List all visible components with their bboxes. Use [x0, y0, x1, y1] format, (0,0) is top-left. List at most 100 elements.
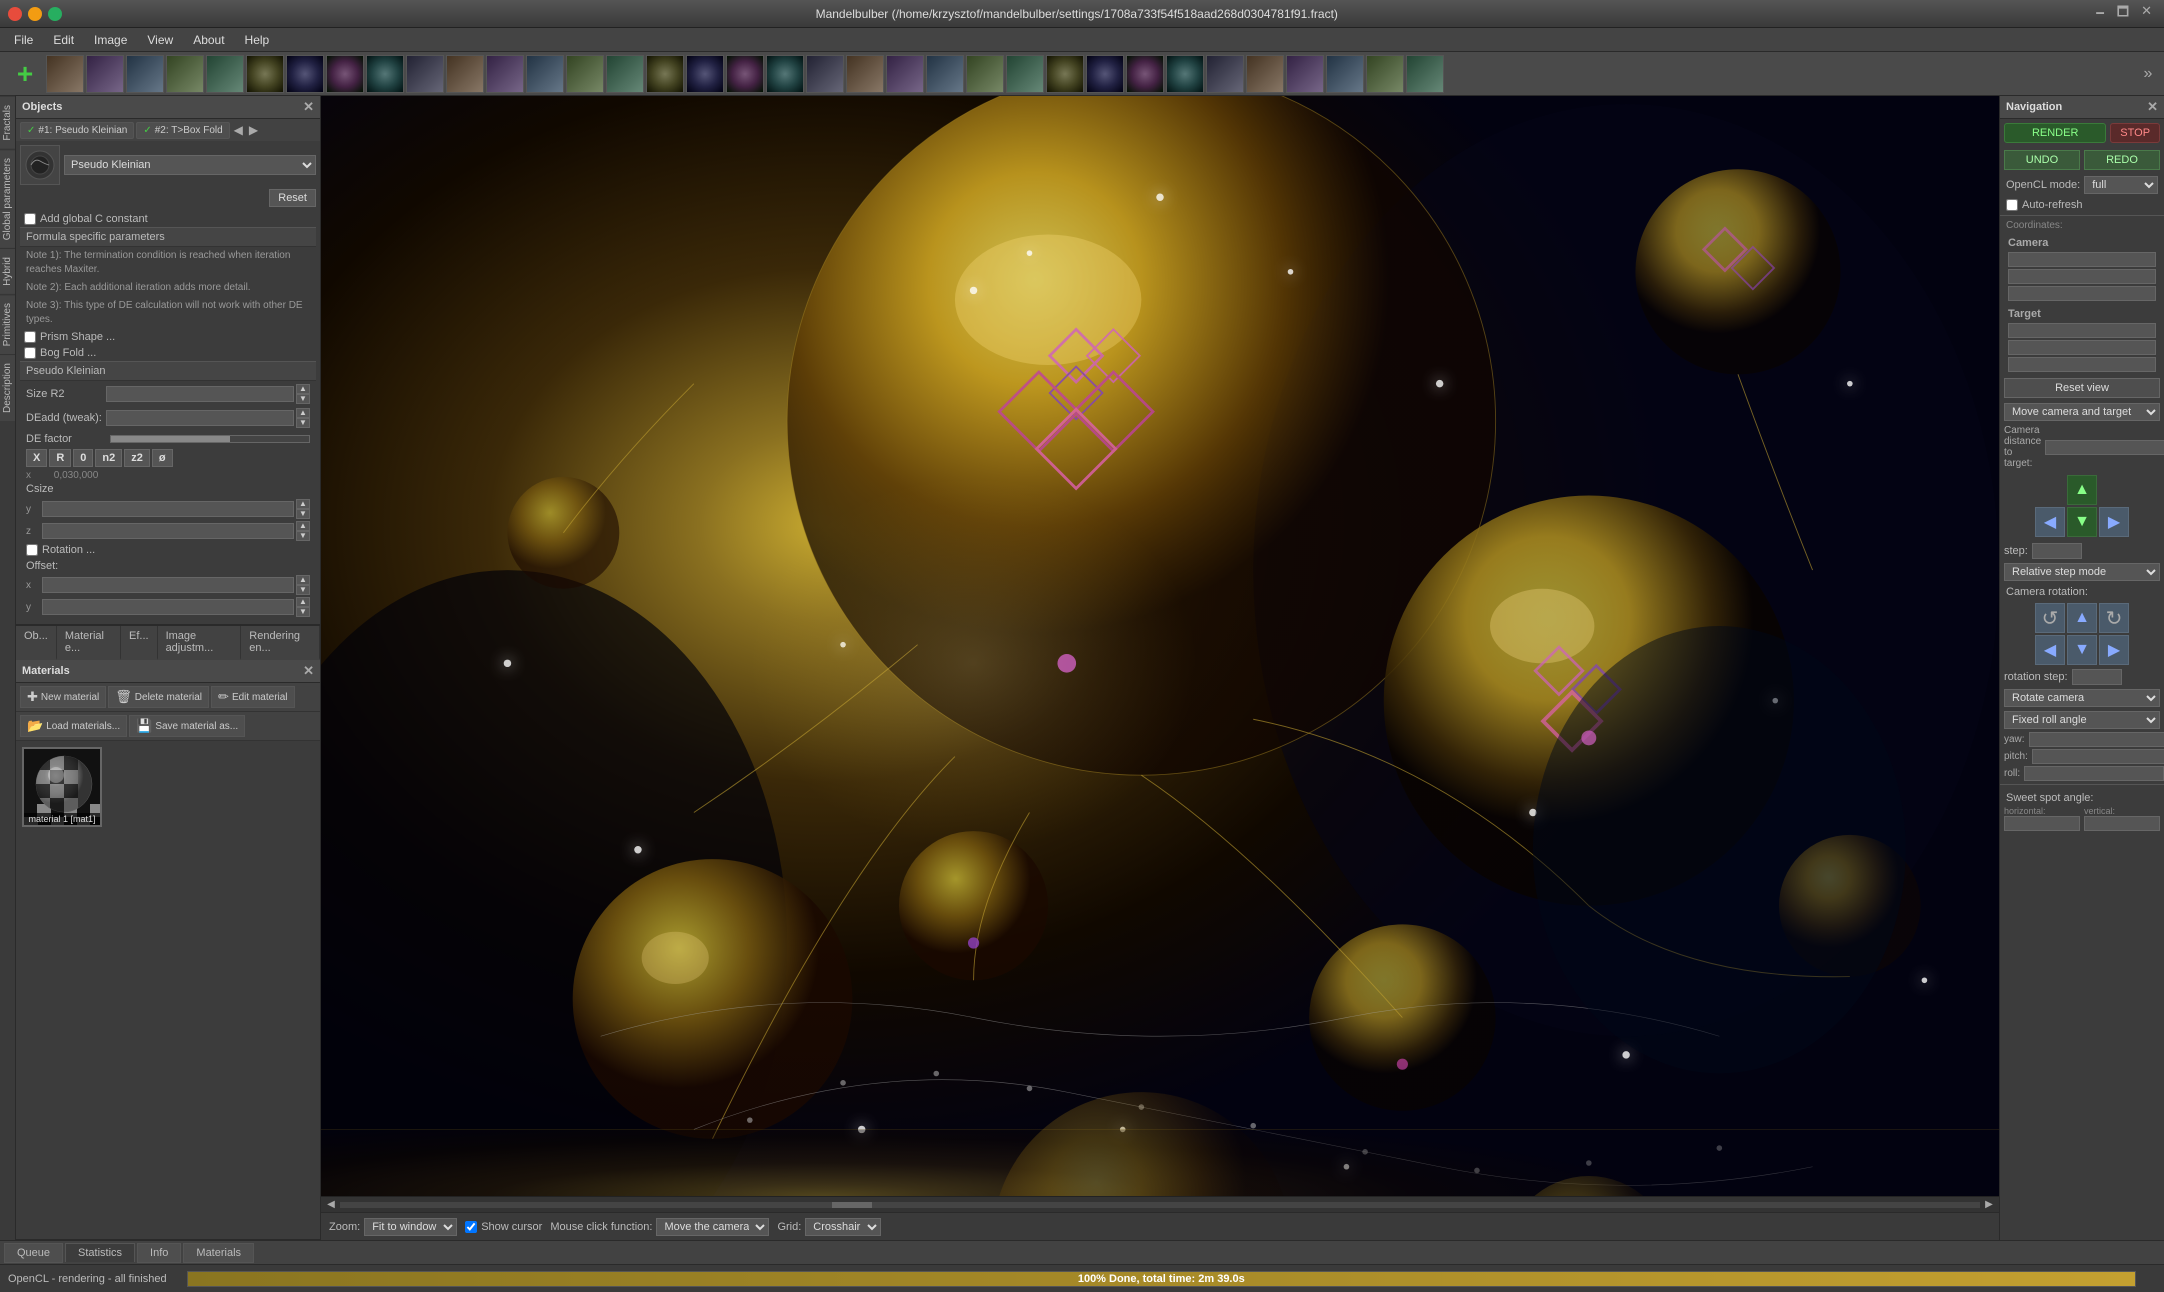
vtab-primitives[interactable]: Primitives: [0, 294, 15, 354]
reset-view-button[interactable]: Reset view: [2004, 378, 2160, 398]
deadd-input[interactable]: 0,000000: [106, 410, 294, 426]
btab-statistics[interactable]: Statistics: [65, 1243, 135, 1262]
rot-left-button[interactable]: ◀: [2035, 635, 2065, 665]
thumb-30[interactable]: [1206, 55, 1244, 93]
thumb-28[interactable]: [1126, 55, 1164, 93]
thumb-1[interactable]: [46, 55, 84, 93]
menu-view[interactable]: View: [137, 31, 183, 49]
vtab-description[interactable]: Description: [0, 354, 15, 421]
tgt-x-input[interactable]: 5,55528569825431: [2008, 323, 2156, 338]
bog-fold-checkbox[interactable]: [24, 347, 36, 359]
formula-btn-0[interactable]: 0: [73, 449, 93, 467]
thumb-19[interactable]: [766, 55, 804, 93]
cam-dist-input[interactable]: 0,002074549743998 6: [2045, 440, 2164, 455]
btab-materials[interactable]: Materials: [183, 1243, 254, 1263]
window-size-down-icon[interactable]: 🗕: [2092, 3, 2109, 25]
formula-btn-x[interactable]: X: [26, 449, 47, 467]
thumb-18[interactable]: [726, 55, 764, 93]
menu-file[interactable]: File: [4, 31, 43, 49]
csize-y-input[interactable]: 0,700000: [42, 501, 294, 517]
csize-y-up-icon[interactable]: ▲: [296, 499, 310, 509]
thumb-2[interactable]: [86, 55, 124, 93]
offset-y-down-icon[interactable]: ▼: [296, 607, 310, 617]
viewport-hscroll[interactable]: ◀ ▶: [321, 1196, 1999, 1212]
hscroll-left-icon[interactable]: ◀: [323, 1199, 339, 1210]
redo-button[interactable]: REDO: [2084, 150, 2160, 170]
rot-right-button[interactable]: ▶: [2099, 635, 2129, 665]
deadd-down-icon[interactable]: ▼: [296, 418, 310, 428]
formula-btn-z2[interactable]: z2: [124, 449, 150, 467]
object-tab-2[interactable]: ✓ #2: T>Box Fold: [136, 122, 229, 139]
material-1-preview[interactable]: material 1 [mat1]: [22, 747, 102, 827]
thumb-7[interactable]: [286, 55, 324, 93]
size-r2-input[interactable]: 0,500000: [106, 386, 294, 402]
stop-button[interactable]: STOP: [2110, 123, 2160, 143]
thumb-32[interactable]: [1286, 55, 1324, 93]
pitch-input[interactable]: 4,79753081424072: [2032, 749, 2164, 764]
thumb-35[interactable]: [1406, 55, 1444, 93]
grid-select[interactable]: Crosshair: [805, 1218, 881, 1236]
rot-cw-icon[interactable]: ↻: [2099, 603, 2129, 633]
csize-z-down-icon[interactable]: ▼: [296, 531, 310, 541]
thumb-11[interactable]: [446, 55, 484, 93]
maximize-button[interactable]: [48, 7, 62, 21]
vtab-hybrid[interactable]: Hybrid: [0, 248, 15, 294]
move-cam-select[interactable]: Move camera and target: [2004, 403, 2160, 421]
thumb-10[interactable]: [406, 55, 444, 93]
de-factor-slider[interactable]: [110, 435, 310, 443]
thumb-12[interactable]: [486, 55, 524, 93]
nav-arrow-up-button[interactable]: ▲: [2067, 475, 2097, 505]
thumb-26[interactable]: [1046, 55, 1084, 93]
menu-help[interactable]: Help: [235, 31, 280, 49]
rot-up-button[interactable]: ▲: [2067, 603, 2097, 633]
lbtab-ef[interactable]: Ef...: [121, 626, 158, 660]
hscroll-track[interactable]: [339, 1201, 1981, 1209]
navigation-close-icon[interactable]: ✕: [2147, 99, 2158, 115]
hscroll-right-icon[interactable]: ▶: [1981, 1199, 1997, 1210]
tgt-y-input[interactable]: 1,48312667055695 2: [2008, 340, 2156, 355]
rotation-checkbox[interactable]: [26, 544, 38, 556]
vtab-global-params[interactable]: Global parameters: [0, 149, 15, 248]
cam-x-input[interactable]: 5,55709284734602: [2008, 252, 2156, 267]
undo-button[interactable]: UNDO: [2004, 150, 2080, 170]
thumb-13[interactable]: [526, 55, 564, 93]
thumb-21[interactable]: [846, 55, 884, 93]
hscroll-thumb[interactable]: [832, 1202, 872, 1208]
thumb-5[interactable]: [206, 55, 244, 93]
yaw-input[interactable]: 118,069953668859 41: [2029, 732, 2164, 747]
viewport[interactable]: ◀ ▶: [321, 96, 1999, 1212]
offset-x-input[interactable]: 0,000000: [42, 577, 294, 593]
thumb-22[interactable]: [886, 55, 924, 93]
close-button[interactable]: [8, 7, 22, 21]
btab-queue[interactable]: Queue: [4, 1243, 63, 1263]
reset-button[interactable]: Reset: [269, 189, 316, 207]
sweetspot-vert-input[interactable]: 0,00: [2084, 816, 2160, 831]
lbtab-rendering[interactable]: Rendering en...: [241, 626, 320, 660]
offset-x-down-icon[interactable]: ▼: [296, 585, 310, 595]
thumb-16[interactable]: [646, 55, 684, 93]
save-material-button[interactable]: 💾 Save material as...: [129, 715, 245, 737]
btab-info[interactable]: Info: [137, 1243, 181, 1263]
materials-close-icon[interactable]: ✕: [303, 663, 314, 679]
objects-nav-right-icon[interactable]: ▶: [247, 121, 260, 139]
load-materials-button[interactable]: 📂 Load materials...: [20, 715, 127, 737]
thumb-8[interactable]: [326, 55, 364, 93]
thumb-27[interactable]: [1086, 55, 1124, 93]
cam-y-input[interactable]: 1,48409942825363: [2008, 269, 2156, 284]
csize-z-input[interactable]: 0,700000: [42, 523, 294, 539]
menu-image[interactable]: Image: [84, 31, 137, 49]
rotate-cam-select[interactable]: Rotate camera: [2004, 689, 2160, 707]
window-close-icon[interactable]: ✕: [2137, 3, 2156, 25]
offset-y-input[interactable]: 0,000000: [42, 599, 294, 615]
nav-arrow-right-button[interactable]: ▶: [2099, 507, 2129, 537]
formula-btn-r[interactable]: R: [49, 449, 71, 467]
rotation-step-input[interactable]: 30,00: [2072, 669, 2122, 685]
minimize-button[interactable]: [28, 7, 42, 21]
more-thumbnails-icon[interactable]: »: [2138, 55, 2158, 93]
zoom-select[interactable]: Fit to window: [364, 1218, 457, 1236]
step-input[interactable]: 0,5: [2032, 543, 2082, 559]
fixed-roll-select[interactable]: Fixed roll angle: [2004, 711, 2160, 729]
objects-nav-left-icon[interactable]: ◀: [232, 121, 245, 139]
nav-arrow-down-button[interactable]: ▼: [2067, 507, 2097, 537]
cam-z-input[interactable]: -1,39841787076319 9: [2008, 286, 2156, 301]
